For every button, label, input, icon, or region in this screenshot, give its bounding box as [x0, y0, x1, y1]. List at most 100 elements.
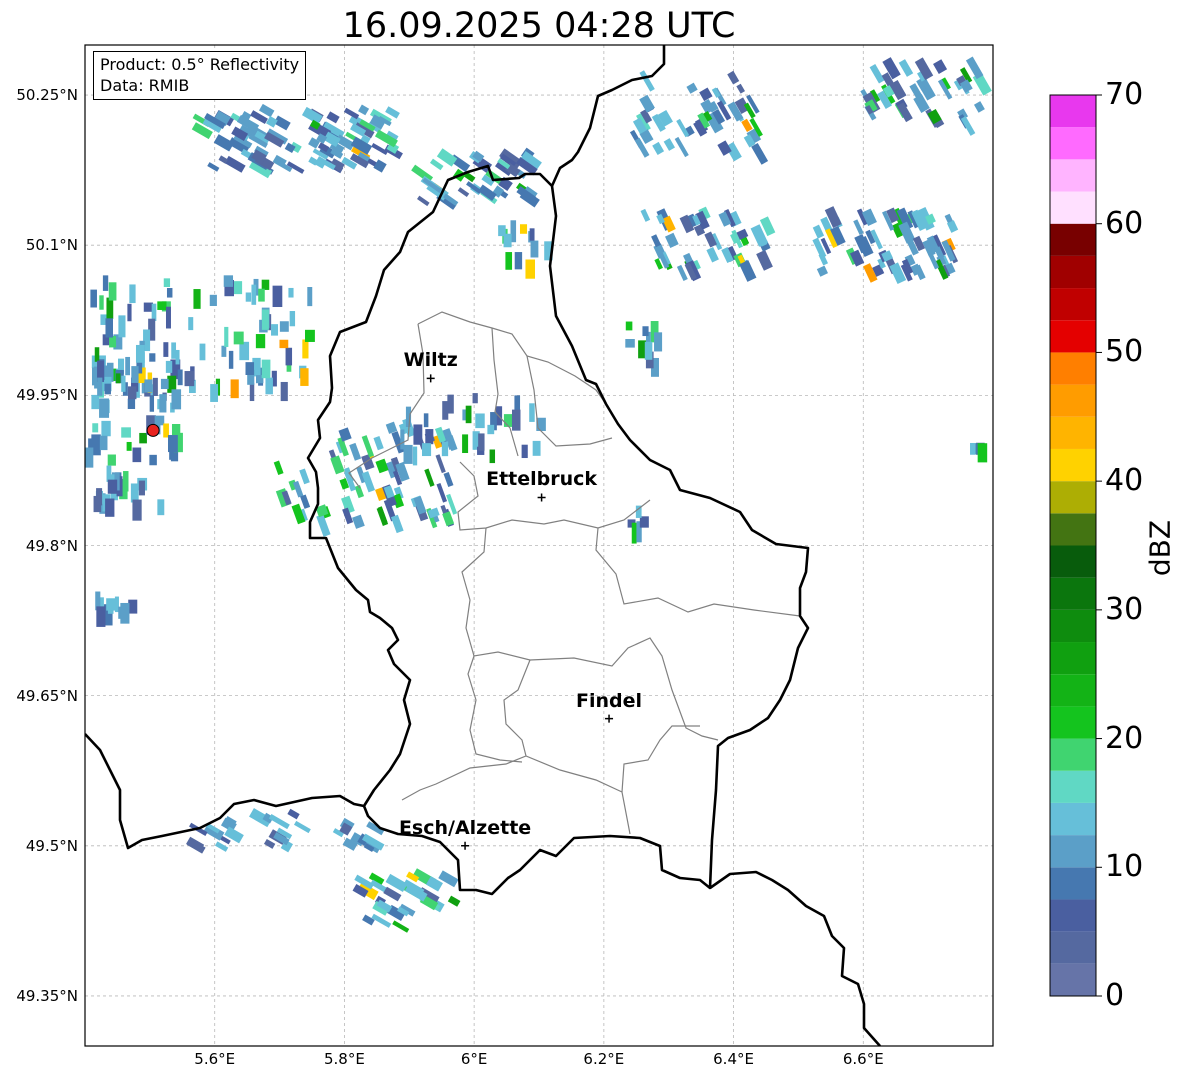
- echo-cell: [373, 435, 384, 451]
- colorbar-segment: [1050, 384, 1096, 417]
- colorbar-segment: [1050, 577, 1096, 610]
- echo-cell: [663, 138, 675, 151]
- echo-cell: [736, 83, 746, 94]
- echo-cell: [265, 377, 273, 395]
- echo-cell: [251, 284, 257, 305]
- echo-cell: [651, 234, 662, 248]
- city-marker: [461, 841, 470, 850]
- echo-cell: [478, 433, 485, 451]
- echo-cell: [223, 275, 234, 287]
- echo-cell: [126, 441, 132, 451]
- colorbar-segment: [1050, 416, 1096, 449]
- echo-cell: [193, 289, 201, 309]
- echo-cell: [371, 913, 392, 928]
- data-source-label: Data: RMIB: [100, 76, 190, 95]
- echo-cell: [756, 249, 773, 271]
- lat-tick-label: 49.95°N: [16, 386, 78, 405]
- colorbar-segment: [1050, 738, 1096, 771]
- colorbar-segment: [1050, 706, 1096, 739]
- echo-cell: [400, 429, 405, 450]
- product-label: Product: 0.5° Reflectivity: [100, 55, 300, 74]
- echo-cell: [631, 522, 637, 544]
- echo-cell: [305, 329, 315, 342]
- echo-cell: [125, 356, 131, 376]
- echo-cell: [977, 443, 988, 463]
- city-label: Esch/Alzette: [398, 816, 532, 839]
- echo-cell: [654, 332, 663, 352]
- echo-cell: [699, 87, 713, 102]
- echo-cell: [233, 331, 244, 345]
- echo-cell: [289, 311, 296, 327]
- colorbar-tick-label: 20: [1105, 720, 1144, 756]
- echo-cell: [108, 282, 117, 301]
- echo-cell: [436, 482, 448, 503]
- echo-cell: [139, 432, 147, 444]
- echo-cell: [299, 468, 310, 485]
- plot-frame: [84, 44, 994, 1047]
- echo-cell: [213, 134, 235, 152]
- colorbar-segment: [1050, 545, 1096, 578]
- echo-cell: [261, 279, 270, 290]
- echo-cell: [375, 458, 389, 474]
- echo-cell: [265, 115, 278, 128]
- radar-map: [84, 44, 1102, 1047]
- radar-site-dot: [146, 423, 160, 437]
- echo-cell: [529, 228, 535, 241]
- echo-cell: [511, 409, 521, 431]
- echo-cell: [159, 394, 167, 413]
- echo-cell: [300, 494, 311, 509]
- echo-cell: [639, 70, 655, 92]
- echo-cell: [423, 413, 429, 428]
- echo-cell: [121, 427, 131, 438]
- border-belgium-france: [85, 733, 365, 850]
- echo-cell: [97, 377, 103, 396]
- echo-cell: [144, 379, 153, 393]
- gridlines: [85, 45, 993, 1046]
- echo-cell: [154, 415, 165, 426]
- colorbar-tick-label: 70: [1105, 76, 1144, 112]
- echo-cell: [163, 342, 169, 357]
- echo-cell: [330, 455, 345, 475]
- echo-cell: [465, 405, 472, 424]
- lat-tick-label: 49.35°N: [16, 986, 78, 1005]
- echo-cell: [352, 514, 365, 529]
- lon-tick-label: 6.6°E: [842, 1050, 884, 1068]
- echo-cell: [221, 345, 227, 357]
- echo-cell: [390, 514, 404, 534]
- echo-cell: [157, 499, 165, 516]
- echo-cell: [413, 424, 423, 445]
- echo-cell: [686, 82, 698, 94]
- echo-cell: [239, 341, 250, 361]
- city-marker: [605, 714, 614, 723]
- echo-cell: [224, 326, 229, 347]
- echo-cell: [285, 347, 293, 366]
- colorbar-segment: [1050, 255, 1096, 289]
- echo-cell: [503, 233, 512, 248]
- echo-cell: [358, 104, 370, 116]
- echo-cell: [307, 287, 313, 307]
- echo-cell: [151, 303, 157, 321]
- echo-cell: [209, 294, 217, 306]
- echo-cell: [472, 393, 478, 404]
- echo-cell: [99, 435, 108, 451]
- echo-cell: [96, 488, 103, 506]
- echo-cell: [105, 318, 113, 338]
- lon-tick-label: 6.4°E: [713, 1050, 754, 1068]
- echo-cell: [104, 383, 111, 395]
- echo-cell: [109, 335, 117, 348]
- echo-cell: [279, 321, 289, 332]
- canton-border-clervaux: [491, 327, 519, 457]
- echo-cell: [287, 808, 300, 820]
- canton-border-vianden: [526, 355, 613, 447]
- colorbar-segment: [1050, 159, 1096, 192]
- lat-tick-label: 50.25°N: [16, 86, 78, 105]
- echo-cell: [129, 284, 136, 304]
- echo-cell: [165, 306, 171, 329]
- colorbar-tick-label: 50: [1105, 334, 1144, 370]
- echo-cell: [228, 350, 234, 369]
- echo-cell: [255, 334, 266, 349]
- echo-cell: [149, 454, 157, 466]
- echo-cell: [898, 59, 914, 77]
- echo-cell: [642, 326, 649, 337]
- canton-border-capellen: [467, 655, 523, 763]
